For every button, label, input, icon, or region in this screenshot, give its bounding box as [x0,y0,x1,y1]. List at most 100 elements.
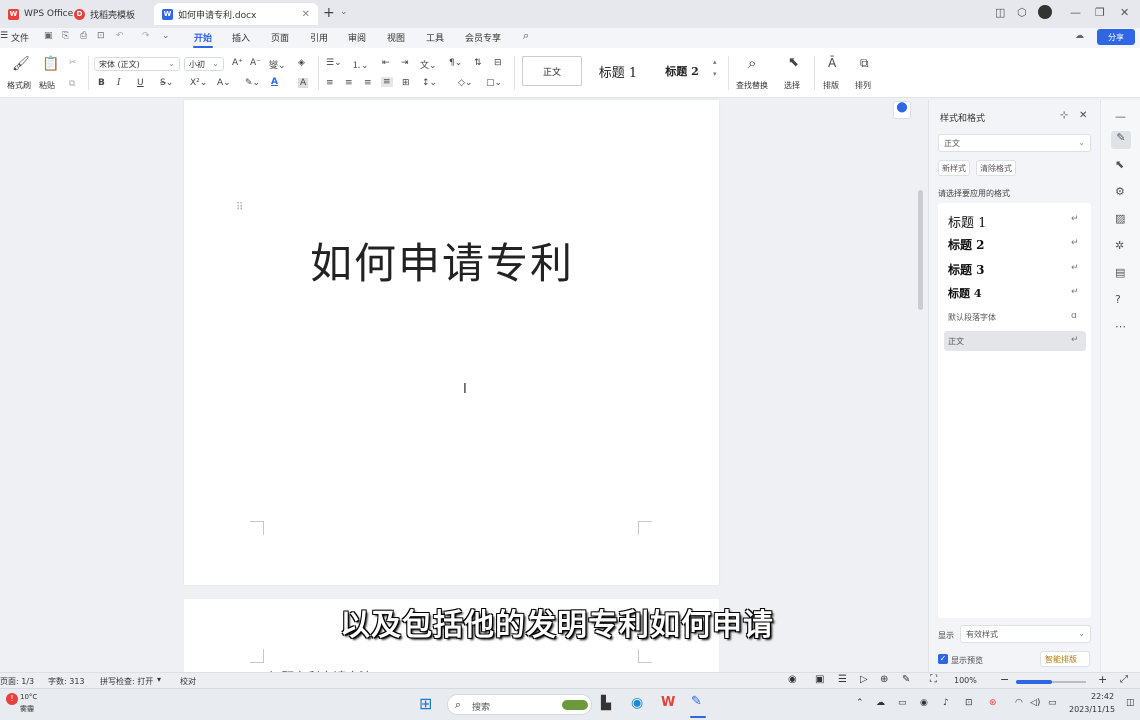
close-window-icon[interactable]: ✕ [1120,6,1129,19]
style-heading1-button[interactable]: 标题 1 [588,56,648,86]
edge-browser-icon[interactable]: ◉ [631,695,643,711]
book-icon[interactable]: ▤ [1115,266,1125,279]
print-icon[interactable]: ⎙ [80,31,87,41]
style-item-heading2[interactable]: 标题 2 [948,236,985,253]
tray-expand-icon[interactable]: ⌃ [856,698,864,708]
adjust-icon[interactable]: ⚙ [1115,185,1125,198]
superscript-icon[interactable]: X²⌄ [190,78,207,88]
wps-taskbar-icon[interactable]: W [661,695,675,710]
wifi-icon[interactable]: ◠ [1015,698,1023,708]
menu-references[interactable]: 引用 [310,31,328,44]
minimize-icon[interactable]: — [1070,6,1081,19]
chinese-layout-icon[interactable]: 文⌄ [420,58,437,71]
clock-time[interactable]: 22:42 [1091,692,1114,701]
tab-document[interactable]: W 如何申请专利.docx ✕ [154,3,318,25]
paste-button[interactable]: 粘贴 [39,80,55,91]
style-normal-button[interactable]: 正文 [522,56,582,86]
text-effect-icon[interactable]: A⌄ [217,78,231,88]
fullscreen-icon[interactable]: ⤢ [1120,674,1128,685]
translate-icon[interactable]: ✲ [1115,239,1124,252]
fit-icon[interactable]: ⛶ [930,674,937,685]
style-brush-icon[interactable]: ✎ [1111,131,1131,149]
web-view-icon[interactable]: ⊕ [880,674,888,685]
style-item-heading1[interactable]: 标题 1 [948,212,986,231]
style-item-heading4[interactable]: 标题 4 [948,285,981,301]
copy-icon[interactable]: ⧉ [69,79,75,89]
drag-handle-icon[interactable]: ⠿ [236,202,243,213]
numbered-list-icon[interactable]: ⒈⌄ [352,58,369,71]
menu-insert[interactable]: 插入 [232,31,250,44]
smart-layout-button[interactable]: 智能排版 [1040,651,1090,667]
new-tab-button[interactable]: + [323,5,335,21]
distributed-icon[interactable]: ⊟ [494,58,502,68]
bold-button[interactable]: B [98,78,105,88]
zoom-in-icon[interactable]: + [1098,673,1107,686]
tray-app-icon[interactable]: ⊡ [965,698,973,708]
arrange-button[interactable]: 排列 [855,80,871,91]
styles-scroll-down-icon[interactable]: ▾ [713,70,717,78]
close-tab-icon[interactable]: ✕ [302,9,310,20]
font-color-icon[interactable]: A [271,77,278,87]
cut-icon[interactable]: ✂ [69,58,77,68]
menu-view[interactable]: 视图 [387,31,405,44]
format-painter-icon[interactable]: 🖌 [12,56,30,72]
arrange-icon[interactable]: ⧉ [860,56,869,71]
style-item-heading3[interactable]: 标题 3 [948,261,985,278]
styles-scroll-up-icon[interactable]: ▴ [713,58,717,66]
cloud-icon[interactable]: ☁ [1075,31,1084,41]
vertical-scrollbar[interactable] [918,190,923,310]
weather-alert-icon[interactable]: ! [6,693,18,705]
menu-file[interactable]: 文件 [11,31,29,44]
tray-edge-icon[interactable]: ◉ [920,698,928,708]
close-panel-icon[interactable]: ✕ [1079,110,1087,121]
cube-icon[interactable]: ⬡ [1017,6,1027,19]
style-item-normal[interactable]: 正文 [948,336,964,347]
current-style-select[interactable]: 正文 ⌄ [938,134,1091,152]
typesetting-icon[interactable]: Ā [828,56,836,70]
grow-font-icon[interactable]: A⁺ [232,58,243,68]
char-shading-icon[interactable]: A [298,78,309,88]
spellcheck-status[interactable]: 拼写检查: 打开 [100,676,153,687]
italic-button[interactable]: I [117,78,121,88]
menu-home[interactable]: 开始 [192,31,214,48]
paste-icon[interactable]: 📋 [42,56,59,72]
battery-icon[interactable]: ▭ [1048,698,1057,708]
align-center-icon[interactable]: ≡ [345,78,353,88]
volume-icon[interactable]: ◁) [1030,698,1040,708]
find-replace-icon[interactable]: ⌕ [748,54,756,72]
taskbar-search[interactable]: ⌕ 搜索 [447,694,592,715]
align-left-icon[interactable]: ≡ [326,78,334,88]
chevron-down-icon[interactable]: ▾ [157,675,161,684]
show-marks-icon[interactable]: ¶⌄ [449,58,462,68]
pen-icon[interactable]: ✎ [902,674,910,685]
style-heading2-button[interactable]: 标题 2 [654,56,710,86]
find-replace-button[interactable]: 查找替换 [736,80,768,91]
image-icon[interactable]: ▨ [1115,212,1125,225]
redo-icon[interactable]: ↷ [142,31,150,41]
select-cursor-icon[interactable]: ⬉ [788,55,799,70]
font-name-select[interactable]: 宋体 (正文) ⌄ [94,57,180,71]
font-size-select[interactable]: 小初 ⌄ [184,57,224,71]
undo-icon[interactable]: ↶ [116,31,124,41]
sort-icon[interactable]: ⇅ [474,58,482,68]
zoom-level[interactable]: 100% [954,676,977,685]
bullet-list-icon[interactable]: ☰⌄ [326,58,342,68]
weather-temp[interactable]: 10°C [20,693,37,701]
highlight-icon[interactable]: ✎⌄ [245,78,260,88]
layout-icon[interactable]: ◫ [995,6,1005,19]
quick-access-menu-icon[interactable]: ⌄ [162,31,170,41]
new-style-button[interactable]: 新样式 [938,160,970,176]
format-painter-button[interactable]: 格式刷 [7,80,31,91]
tab-docer-templates[interactable]: D 找稻壳模板 [66,3,143,25]
styles-panel-title[interactable]: 样式和格式 [940,111,985,124]
outline-view-icon[interactable]: ☰ [838,674,847,685]
page-count[interactable]: 页面: 1/3 [0,676,34,687]
weather-text[interactable]: 雾霾 [20,704,34,714]
eye-icon[interactable]: ◉ [788,674,797,685]
new-tab-menu-icon[interactable]: ⌄ [340,7,348,17]
typesetting-button[interactable]: 排版 [823,80,839,91]
share-button[interactable]: 分享 [1097,29,1135,45]
tray-drive-icon[interactable]: ▭ [898,698,907,708]
menu-member[interactable]: 会员专享 [465,31,501,44]
increase-indent-icon[interactable]: ⇥ [401,58,409,68]
